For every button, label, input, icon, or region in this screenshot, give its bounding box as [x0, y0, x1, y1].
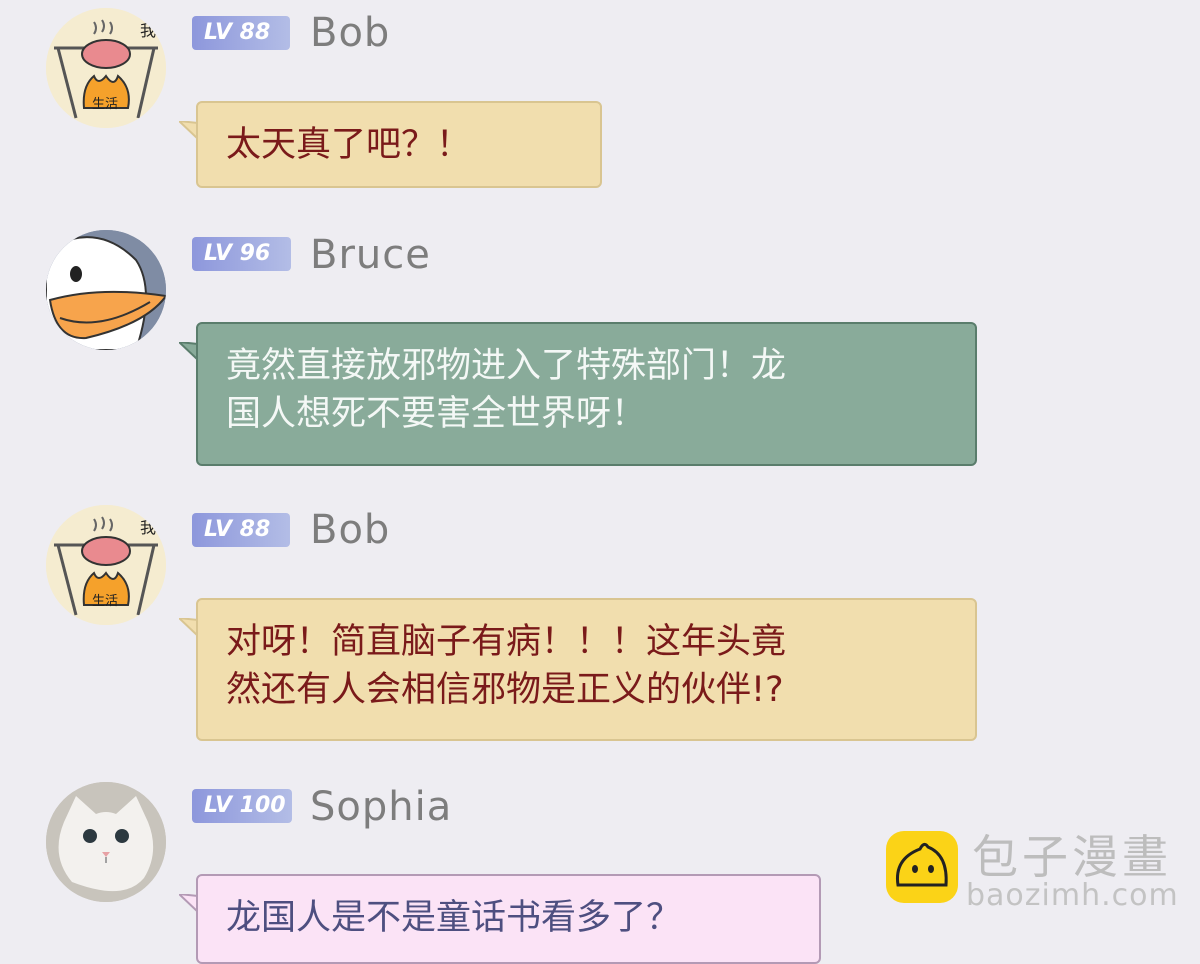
message-line: 龙国人是不是童话书看多了？	[226, 898, 682, 938]
chat-bubble: 龙国人是不是童话书看多了？	[196, 874, 821, 964]
steamed-bun-logo-icon	[886, 831, 958, 903]
level-badge: LV 88	[192, 513, 290, 547]
bruce-avatar[interactable]	[46, 230, 166, 350]
message-line: 竟然直接放邪物进入了特殊部门！龙	[226, 346, 787, 386]
svg-text:我: 我	[140, 21, 156, 40]
bob-avatar[interactable]: 我 生活	[46, 505, 166, 625]
username[interactable]: Bob	[310, 13, 390, 53]
level-badge: LV 96	[192, 237, 291, 271]
message-line: 国人想死不要害全世界呀！	[226, 394, 647, 434]
cartoon-duck-avatar-icon	[46, 230, 166, 350]
watermark-title: 包子漫畫	[972, 830, 1172, 884]
svg-text:我: 我	[140, 518, 156, 537]
watermark-url: baozimh.com	[966, 878, 1179, 913]
message-line: 太天真了吧？！	[226, 125, 472, 165]
svg-text:生活: 生活	[92, 594, 118, 609]
sophia-avatar[interactable]	[46, 782, 166, 902]
chat-bubble: 竟然直接放邪物进入了特殊部门！龙 国人想死不要害全世界呀！	[196, 322, 977, 466]
message-line: 然还有人会相信邪物是正义的伙伴!?	[226, 670, 784, 710]
bob-avatar[interactable]: 我 生活	[46, 8, 166, 128]
svg-text:生活: 生活	[92, 97, 118, 112]
white-cat-avatar-icon	[46, 782, 166, 902]
roasted-pig-avatar-icon: 我 生活	[46, 8, 166, 128]
username[interactable]: Sophia	[310, 787, 452, 827]
roasted-pig-avatar-icon: 我 生活	[46, 505, 166, 625]
chat-bubble: 对呀！简直脑子有病！！！这年头竟 然还有人会相信邪物是正义的伙伴!?	[196, 598, 977, 741]
chat-bubble: 太天真了吧？！	[196, 101, 602, 188]
message-line: 对呀！简直脑子有病！！！这年头竟	[226, 622, 787, 662]
level-badge: LV 100	[192, 789, 292, 823]
username[interactable]: Bruce	[310, 235, 431, 275]
level-badge: LV 88	[192, 16, 290, 50]
username[interactable]: Bob	[310, 510, 390, 550]
